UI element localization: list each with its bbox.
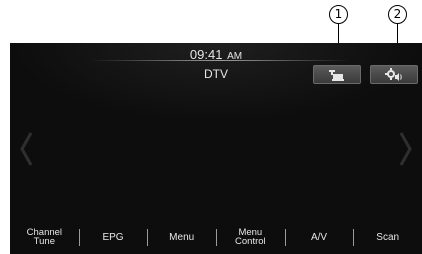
menu-control-button[interactable]: Menu Control xyxy=(216,220,285,254)
sound-settings-button[interactable] xyxy=(370,65,418,84)
clock: 09:41 AM xyxy=(10,47,422,62)
epg-button[interactable]: EPG xyxy=(78,220,148,254)
chevron-right-icon[interactable] xyxy=(399,131,413,167)
audio-setup-icon xyxy=(329,70,344,81)
clock-ampm: AM xyxy=(227,51,243,62)
scan-button[interactable]: Scan xyxy=(353,220,422,254)
clock-time: 09:41 xyxy=(189,47,223,62)
channel-tune-button[interactable]: Channel Tune xyxy=(10,220,79,254)
chevron-left-icon[interactable] xyxy=(19,131,33,167)
function-bar: Channel Tune EPG Menu Menu Control A/V S… xyxy=(10,220,422,254)
callout-2: 2 xyxy=(388,5,407,24)
menu-button[interactable]: Menu xyxy=(147,220,216,254)
audio-setup-button[interactable] xyxy=(313,65,361,84)
dtv-screen: 09:41 AM DTV Channel Tune EPG Menu Menu … xyxy=(10,43,422,254)
av-button[interactable]: A/V xyxy=(284,220,354,254)
sound-settings-icon xyxy=(385,68,402,81)
callout-1: 1 xyxy=(329,5,348,24)
